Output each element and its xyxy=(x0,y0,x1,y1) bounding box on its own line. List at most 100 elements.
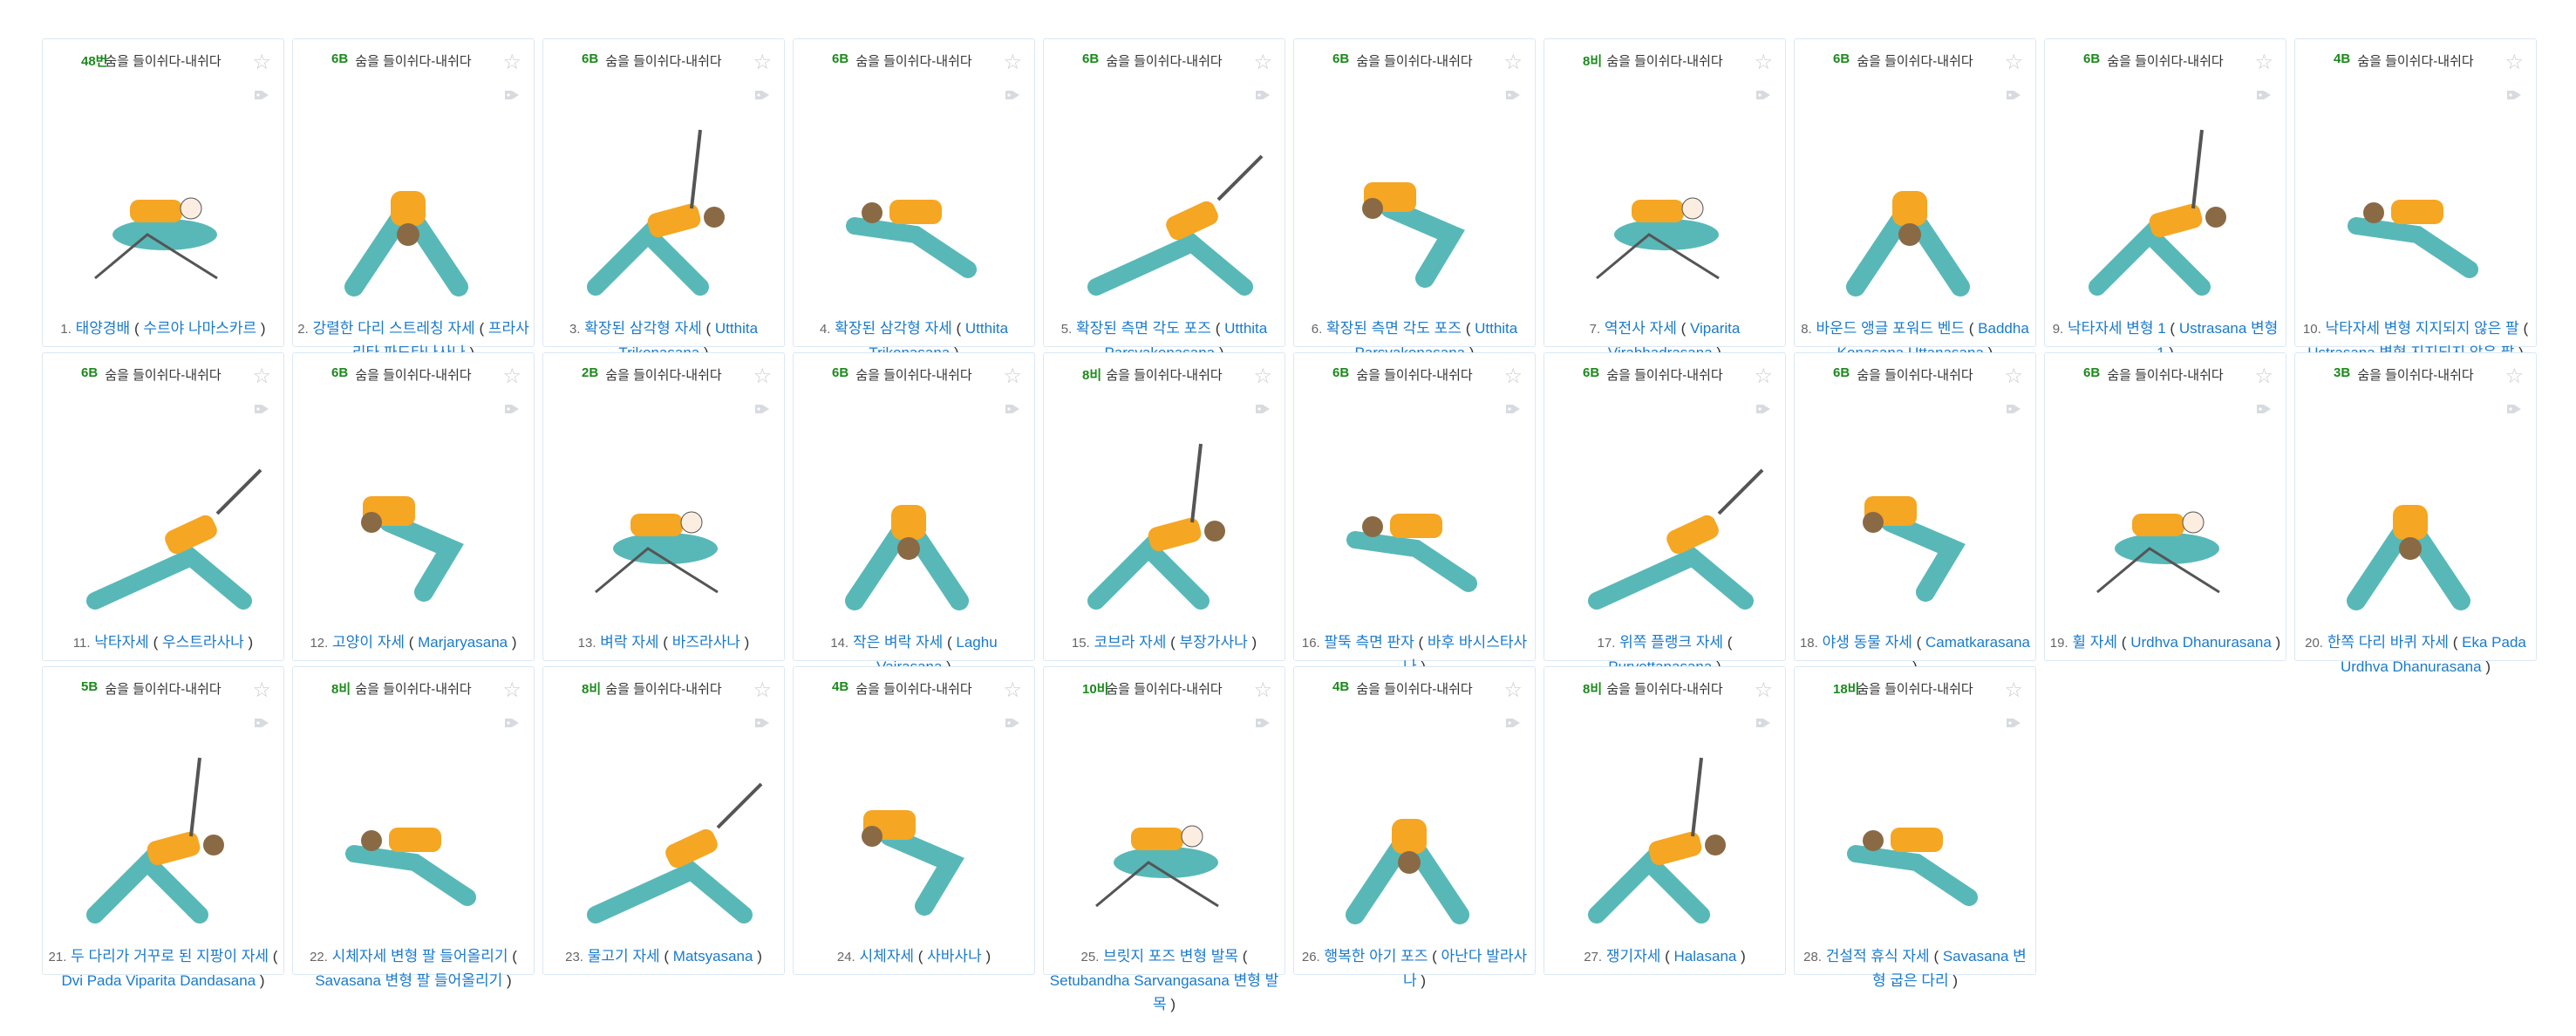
tag-icon[interactable] xyxy=(1505,716,1521,730)
pose-name-link[interactable]: 태양경배 xyxy=(76,320,131,337)
pose-card[interactable]: 2B 숨을 들이쉬다-내쉬다 ☆ 13. 벼락 자세 ( 바즈라사나 ) xyxy=(542,352,785,661)
tag-icon[interactable] xyxy=(1505,88,1521,102)
tag-icon[interactable] xyxy=(254,716,269,730)
pose-sanskrit-link[interactable]: Matsyasana xyxy=(673,948,753,964)
pose-sanskrit-link[interactable]: 사바사나 xyxy=(927,948,982,964)
pose-sanskrit-link[interactable]: 우스트라사나 xyxy=(162,634,244,651)
pose-card[interactable]: 6B 숨을 들이쉬다-내쉬다 ☆ 9. 낙타자세 변형 1 ( Ustrasan… xyxy=(2044,38,2286,361)
pose-card[interactable]: 6B 숨을 들이쉬다-내쉬다 ☆ 2. 강렬한 다리 스트레칭 자세 ( 프라사… xyxy=(292,38,535,361)
star-icon[interactable]: ☆ xyxy=(502,52,521,73)
star-icon[interactable]: ☆ xyxy=(1253,366,1272,387)
pose-name-link[interactable]: 휠 자세 xyxy=(2072,634,2117,651)
star-icon[interactable]: ☆ xyxy=(2504,52,2524,73)
pose-name-link[interactable]: 역전사 자세 xyxy=(1605,320,1677,337)
pose-name-link[interactable]: 벼락 자세 xyxy=(600,634,658,651)
pose-name-link[interactable]: 시체자세 xyxy=(859,948,914,964)
star-icon[interactable]: ☆ xyxy=(1503,680,1523,701)
tag-icon[interactable] xyxy=(1755,88,1771,102)
pose-card[interactable]: 5B 숨을 들이쉬다-내쉬다 ☆ 21. 두 다리가 거꾸로 된 지팡이 자세 … xyxy=(42,666,284,989)
pose-name-link[interactable]: 코브라 자세 xyxy=(1094,634,1166,651)
tag-icon[interactable] xyxy=(2506,402,2522,416)
tag-icon[interactable] xyxy=(1005,402,1020,416)
star-icon[interactable]: ☆ xyxy=(2004,680,2023,701)
star-icon[interactable]: ☆ xyxy=(1503,366,1523,387)
star-icon[interactable]: ☆ xyxy=(252,52,271,73)
tag-icon[interactable] xyxy=(254,402,269,416)
star-icon[interactable]: ☆ xyxy=(1003,52,1022,73)
tag-icon[interactable] xyxy=(2256,88,2272,102)
tag-icon[interactable] xyxy=(2006,716,2021,730)
pose-name-link[interactable]: 시체자세 변형 팔 들어올리기 xyxy=(332,948,508,964)
star-icon[interactable]: ☆ xyxy=(753,52,772,73)
tag-icon[interactable] xyxy=(2256,402,2272,416)
pose-card[interactable]: 6B 숨을 들이쉬다-내쉬다 ☆ 5. 확장된 측면 각도 포즈 ( Utthi… xyxy=(1043,38,1285,361)
star-icon[interactable]: ☆ xyxy=(753,366,772,387)
star-icon[interactable]: ☆ xyxy=(1503,52,1523,73)
pose-card[interactable]: 6B 숨을 들이쉬다-내쉬다 ☆ 8. 바운드 앵글 포워드 벤드 ( Badd… xyxy=(1794,38,2036,361)
tag-icon[interactable] xyxy=(504,402,520,416)
pose-card[interactable]: 10비 숨을 들이쉬다-내쉬다 ☆ 25. 브릿지 포즈 변형 발목 ( Set… xyxy=(1043,666,1285,1012)
pose-card[interactable]: 8비 숨을 들이쉬다-내쉬다 ☆ 7. 역전사 자세 ( Viparita Vi… xyxy=(1544,38,1786,361)
pose-name-link[interactable]: 확장된 삼각형 자세 xyxy=(835,320,952,337)
pose-card[interactable]: 8비 숨을 들이쉬다-내쉬다 ☆ 22. 시체자세 변형 팔 들어올리기 ( S… xyxy=(292,666,535,989)
pose-sanskrit-link[interactable]: Dvi Pada Viparita Dandasana xyxy=(61,972,256,989)
tag-icon[interactable] xyxy=(754,716,770,730)
pose-name-link[interactable]: 브릿지 포즈 변형 발목 xyxy=(1103,948,1238,964)
tag-icon[interactable] xyxy=(1255,88,1271,102)
pose-card[interactable]: 4B 숨을 들이쉬다-내쉬다 ☆ 10. 낙타자세 변형 지지되지 않은 팔 (… xyxy=(2294,38,2537,361)
pose-card[interactable]: 8비 숨을 들이쉬다-내쉬다 ☆ 23. 물고기 자세 ( Matsyasana… xyxy=(542,666,785,975)
pose-name-link[interactable]: 낙타자세 xyxy=(94,634,149,651)
pose-card[interactable]: 6B 숨을 들이쉬다-내쉬다 ☆ 16. 팔뚝 측면 판자 ( 바후 바시스타사… xyxy=(1293,352,1536,675)
pose-name-link[interactable]: 바운드 앵글 포워드 벤드 xyxy=(1816,320,1965,337)
pose-card[interactable]: 8비 숨을 들이쉬다-내쉬다 ☆ 15. 코브라 자세 ( 부장가사나 ) xyxy=(1043,352,1285,661)
pose-sanskrit-link[interactable]: Setubandha Sarvangasana 변형 발목 xyxy=(1050,972,1278,1012)
pose-card[interactable]: 6B 숨을 들이쉬다-내쉬다 ☆ 14. 작은 벼락 자세 ( Laghu Va… xyxy=(793,352,1035,675)
star-icon[interactable]: ☆ xyxy=(1253,680,1272,701)
star-icon[interactable]: ☆ xyxy=(1253,52,1272,73)
star-icon[interactable]: ☆ xyxy=(1754,680,1773,701)
tag-icon[interactable] xyxy=(754,402,770,416)
pose-name-link[interactable]: 확장된 측면 각도 포즈 xyxy=(1076,320,1211,337)
pose-name-link[interactable]: 작은 벼락 자세 xyxy=(853,634,943,651)
pose-card[interactable]: 6B 숨을 들이쉬다-내쉬다 ☆ 3. 확장된 삼각형 자세 ( Utthita… xyxy=(542,38,785,361)
tag-icon[interactable] xyxy=(1755,716,1771,730)
tag-icon[interactable] xyxy=(1505,402,1521,416)
pose-card[interactable]: 6B 숨을 들이쉬다-내쉬다 ☆ 19. 휠 자세 ( Urdhva Dhanu… xyxy=(2044,352,2286,661)
pose-sanskrit-link[interactable]: 바즈라사나 xyxy=(672,634,740,651)
pose-card[interactable]: 6B 숨을 들이쉬다-내쉬다 ☆ 11. 낙타자세 ( 우스트라사나 ) xyxy=(42,352,284,661)
pose-sanskrit-link[interactable]: Halasana xyxy=(1674,948,1737,964)
pose-name-link[interactable]: 건설적 휴식 자세 xyxy=(1826,948,1930,964)
tag-icon[interactable] xyxy=(254,88,269,102)
pose-card[interactable]: 6B 숨을 들이쉬다-내쉬다 ☆ 18. 야생 동물 자세 ( Camatkar… xyxy=(1794,352,2036,675)
pose-card[interactable]: 3B 숨을 들이쉬다-내쉬다 ☆ 20. 한쪽 다리 바퀴 자세 ( Eka P… xyxy=(2294,352,2537,675)
pose-name-link[interactable]: 확장된 측면 각도 포즈 xyxy=(1326,320,1462,337)
pose-sanskrit-link[interactable]: 수르야 나마스카르 xyxy=(143,320,256,337)
pose-sanskrit-link[interactable]: Urdhva Dhanurasana xyxy=(2130,634,2272,651)
pose-name-link[interactable]: 한쪽 다리 바퀴 자세 xyxy=(2327,634,2449,651)
pose-name-link[interactable]: 야생 동물 자세 xyxy=(1823,634,1912,651)
star-icon[interactable]: ☆ xyxy=(502,680,521,701)
tag-icon[interactable] xyxy=(504,88,520,102)
pose-name-link[interactable]: 낙타자세 변형 지지되지 않은 팔 xyxy=(2325,320,2518,337)
tag-icon[interactable] xyxy=(1755,402,1771,416)
tag-icon[interactable] xyxy=(504,716,520,730)
star-icon[interactable]: ☆ xyxy=(1003,366,1022,387)
pose-name-link[interactable]: 확장된 삼각형 자세 xyxy=(584,320,702,337)
star-icon[interactable]: ☆ xyxy=(2504,366,2524,387)
pose-card[interactable]: 18비 숨을 들이쉬다-내쉬다 ☆ 28. 건설적 휴식 자세 ( Savasa… xyxy=(1794,666,2036,989)
pose-name-link[interactable]: 행복한 아기 포즈 xyxy=(1324,948,1428,964)
star-icon[interactable]: ☆ xyxy=(753,680,772,701)
pose-name-link[interactable]: 팔뚝 측면 판자 xyxy=(1324,634,1414,651)
tag-icon[interactable] xyxy=(1005,88,1020,102)
star-icon[interactable]: ☆ xyxy=(2004,366,2023,387)
pose-name-link[interactable]: 고양이 자세 xyxy=(332,634,405,651)
star-icon[interactable]: ☆ xyxy=(502,366,521,387)
star-icon[interactable]: ☆ xyxy=(1003,680,1022,701)
star-icon[interactable]: ☆ xyxy=(1754,366,1773,387)
pose-card[interactable]: 6B 숨을 들이쉬다-내쉬다 ☆ 6. 확장된 측면 각도 포즈 ( Utthi… xyxy=(1293,38,1536,361)
pose-card[interactable]: 4B 숨을 들이쉬다-내쉬다 ☆ 26. 행복한 아기 포즈 ( 아난다 발라사… xyxy=(1293,666,1536,989)
star-icon[interactable]: ☆ xyxy=(252,680,271,701)
pose-card[interactable]: 48번 숨을 들이쉬다-내쉬다 ☆ 1. 태양경배 ( 수르야 나마스카르 ) xyxy=(42,38,284,347)
tag-icon[interactable] xyxy=(1255,402,1271,416)
tag-icon[interactable] xyxy=(2506,88,2522,102)
